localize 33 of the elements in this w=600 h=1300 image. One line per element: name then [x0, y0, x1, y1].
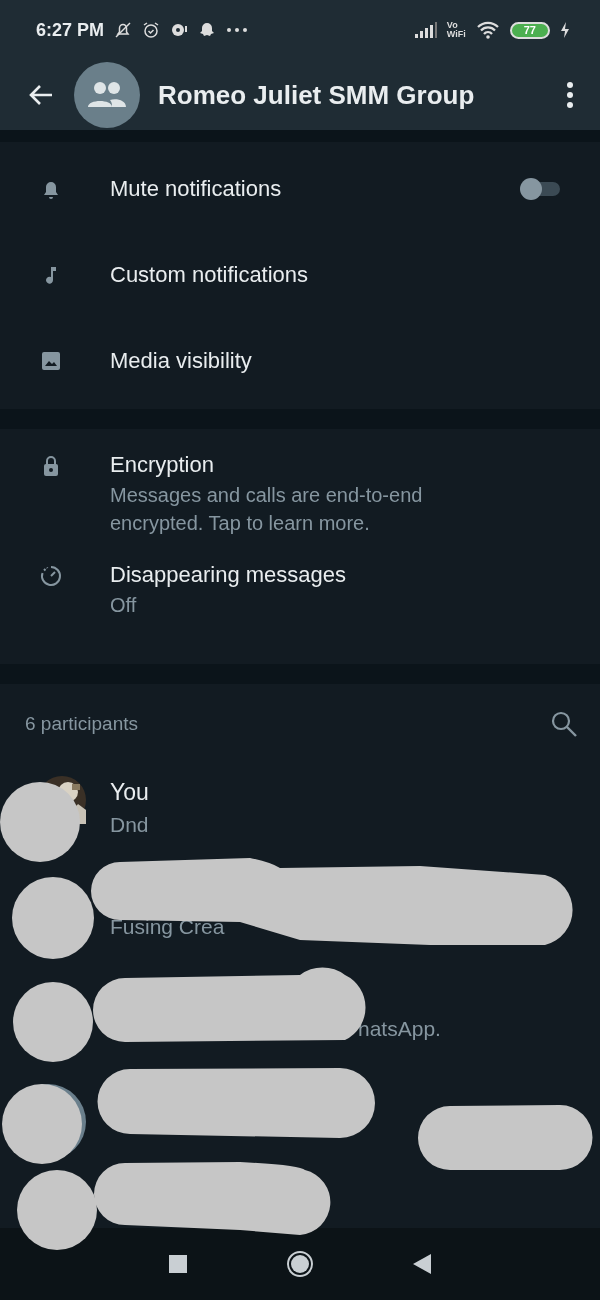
setting-title[interactable]: Disappearing messages: [110, 559, 347, 591]
alarm-icon: [142, 21, 161, 39]
participant-status: hatsApp.: [358, 1016, 441, 1042]
search-icon[interactable]: [550, 710, 578, 738]
battery-indicator: 77: [509, 21, 550, 39]
wifi-icon: [475, 21, 500, 39]
setting-title[interactable]: Encryption: [110, 449, 490, 481]
clock-time: 6:27 PM: [36, 19, 105, 41]
back-arrow-icon[interactable]: [28, 84, 54, 106]
recents-icon[interactable]: [169, 1255, 188, 1273]
participant-status: Dnd: [110, 812, 149, 838]
charging-icon: [560, 22, 570, 38]
bell-off-icon: [114, 21, 133, 39]
image-icon: [40, 350, 62, 372]
group-title: Romeo Juliet SMM Group: [158, 79, 476, 111]
timer-icon: [40, 565, 62, 587]
setting-item[interactable]: Custom notifications: [0, 232, 600, 318]
participant-status: Fusing Crea: [110, 914, 225, 940]
more-icon: [226, 28, 249, 32]
setting-item[interactable]: Mute notifications: [0, 146, 600, 232]
setting-subtitle: Off: [110, 593, 138, 618]
back-icon[interactable]: [412, 1254, 431, 1274]
group-avatar: [74, 62, 140, 128]
participant-name[interactable]: You: [110, 774, 149, 810]
home-icon[interactable]: [286, 1250, 314, 1278]
participant-count: 6 participants: [25, 713, 138, 735]
network-label: WiFi: [446, 30, 466, 39]
signal-icon: [414, 22, 437, 38]
network-label: Vo: [446, 21, 459, 30]
ghost-icon: [198, 21, 217, 39]
setting-subtitle: Messages and calls are end-to-end encrypted. Tap to learn more.: [110, 483, 424, 536]
menu-icon[interactable]: [566, 82, 574, 108]
setting-item[interactable]: Media visibility: [0, 318, 600, 404]
